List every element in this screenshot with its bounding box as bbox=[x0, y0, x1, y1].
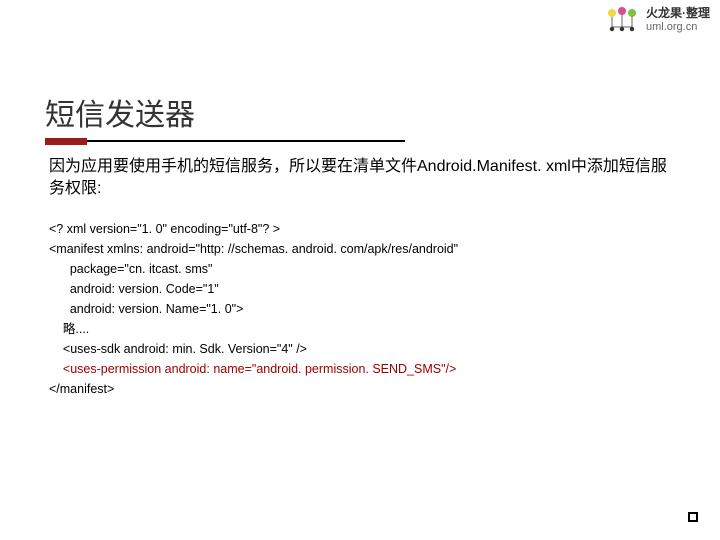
slide-title: 短信发送器 bbox=[45, 90, 675, 138]
code-line: <? xml version="1. 0" encoding="utf-8"? … bbox=[49, 219, 675, 239]
code-line: package="cn. itcast. sms" bbox=[49, 259, 675, 279]
code-line: android: version. Name="1. 0"> bbox=[49, 299, 675, 319]
brand-text: 火龙果·整理 uml.org.cn bbox=[646, 6, 710, 34]
code-line: <manifest xmlns: android="http: //schema… bbox=[49, 239, 675, 259]
title-underline bbox=[45, 140, 405, 142]
code-block: <? xml version="1. 0" encoding="utf-8"? … bbox=[49, 219, 675, 399]
description-text: 因为应用要使用手机的短信服务，所以要在清单文件Android.Manifest.… bbox=[49, 156, 675, 199]
code-line: </manifest> bbox=[49, 379, 675, 399]
code-line: 略.... bbox=[49, 319, 675, 339]
code-line: <uses-sdk android: min. Sdk. Version="4"… bbox=[49, 339, 675, 359]
corner-bullet-icon bbox=[688, 512, 698, 522]
title-wrap: 短信发送器 bbox=[45, 90, 675, 142]
code-line: android: version. Code="1" bbox=[49, 279, 675, 299]
slide-content: 短信发送器 因为应用要使用手机的短信服务，所以要在清单文件Android.Man… bbox=[0, 0, 720, 399]
brand-line2: uml.org.cn bbox=[646, 21, 710, 34]
branding-block: 火龙果·整理 uml.org.cn bbox=[604, 5, 710, 35]
code-line: <uses-permission android: name="android.… bbox=[49, 359, 675, 379]
brand-line1: 火龙果·整理 bbox=[646, 6, 710, 20]
dragonfruit-logo-icon bbox=[604, 5, 640, 35]
title-accent-bar bbox=[45, 138, 87, 145]
